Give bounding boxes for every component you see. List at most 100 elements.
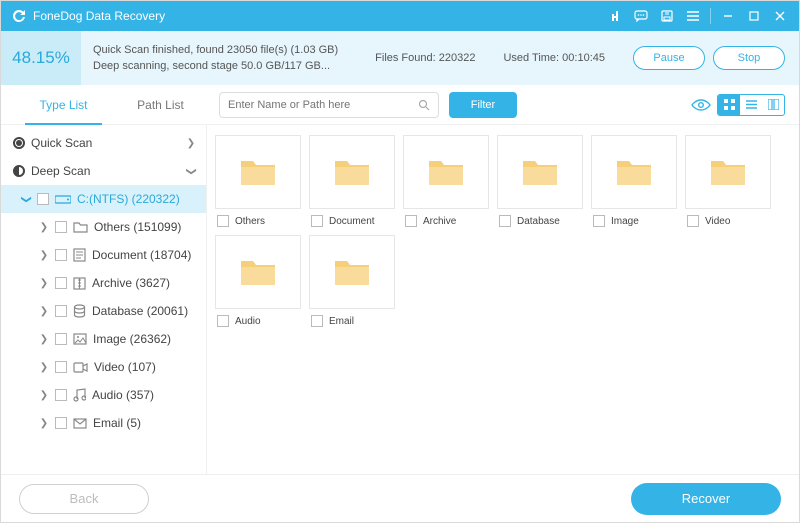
tree-database[interactable]: ❯ Database (20061) <box>1 297 206 325</box>
title-bar: FoneDog Data Recovery <box>1 1 799 31</box>
close-button[interactable] <box>767 1 793 31</box>
checkbox[interactable] <box>55 417 67 429</box>
checkbox[interactable] <box>55 221 67 233</box>
share-icon[interactable] <box>602 1 628 31</box>
folder-icon <box>73 221 88 233</box>
folder-card-archive[interactable]: Archive <box>403 135 489 227</box>
tree-quick-scan[interactable]: Quick Scan ❯ <box>1 129 206 157</box>
folder-icon <box>615 157 653 187</box>
chevron-right-icon: ❯ <box>39 418 49 429</box>
checkbox[interactable] <box>593 215 605 227</box>
chevron-right-icon: ❯ <box>39 390 49 401</box>
tree-video[interactable]: ❯ Video (107) <box>1 353 206 381</box>
search-box[interactable] <box>219 92 439 118</box>
view-detail-button[interactable] <box>762 95 784 115</box>
checkbox[interactable] <box>55 361 67 373</box>
checkbox[interactable] <box>55 249 67 261</box>
checkbox[interactable] <box>37 193 49 205</box>
archive-icon <box>73 277 86 290</box>
checkbox[interactable] <box>311 315 323 327</box>
checkbox[interactable] <box>217 215 229 227</box>
app-logo: FoneDog Data Recovery <box>11 8 165 24</box>
preview-toggle[interactable] <box>691 98 711 112</box>
folder-icon <box>427 157 465 187</box>
chevron-right-icon: ❯ <box>39 250 49 261</box>
files-found: Files Found: 220322 <box>375 52 475 64</box>
checkbox[interactable] <box>55 333 67 345</box>
status-dot-complete-icon <box>13 137 25 149</box>
tab-path-list[interactable]: Path List <box>112 85 209 125</box>
checkbox[interactable] <box>499 215 511 227</box>
checkbox[interactable] <box>55 277 67 289</box>
checkbox[interactable] <box>55 305 67 317</box>
search-input[interactable] <box>228 99 412 111</box>
folder-card-database[interactable]: Database <box>497 135 583 227</box>
drive-icon <box>55 193 71 205</box>
folder-card-image[interactable]: Image <box>591 135 677 227</box>
list-mode-tabs: Type List Path List <box>15 85 209 125</box>
used-time: Used Time: 00:10:45 <box>503 52 605 64</box>
stop-button[interactable]: Stop <box>713 46 785 70</box>
chevron-right-icon: ❯ <box>39 278 49 289</box>
folder-icon <box>333 257 371 287</box>
view-list-button[interactable] <box>740 95 762 115</box>
video-icon <box>73 362 88 373</box>
email-icon <box>73 418 87 429</box>
tree-archive[interactable]: ❯ Archive (3627) <box>1 269 206 297</box>
recover-button[interactable]: Recover <box>631 483 781 515</box>
search-icon <box>418 99 430 111</box>
folder-card-video[interactable]: Video <box>685 135 771 227</box>
maximize-button[interactable] <box>741 1 767 31</box>
folder-card-others[interactable]: Others <box>215 135 301 227</box>
tree-image[interactable]: ❯ Image (26362) <box>1 325 206 353</box>
back-button[interactable]: Back <box>19 484 149 514</box>
folder-card-document[interactable]: Document <box>309 135 395 227</box>
folder-card-email[interactable]: Email <box>309 235 395 327</box>
chevron-right-icon: ❯ <box>39 306 49 317</box>
folder-grid: Others Document Archive Database Image V… <box>215 135 791 327</box>
checkbox[interactable] <box>311 215 323 227</box>
chevron-down-icon: ❯ <box>186 166 197 176</box>
tree-email[interactable]: ❯ Email (5) <box>1 409 206 437</box>
scan-status-bar: 48.15% Quick Scan finished, found 23050 … <box>1 31 799 85</box>
menu-icon[interactable] <box>680 1 706 31</box>
minimize-button[interactable] <box>715 1 741 31</box>
folder-icon <box>239 257 277 287</box>
footer: Back Recover <box>1 474 799 522</box>
tree-drive[interactable]: ❯ C:(NTFS) (220322) <box>1 185 206 213</box>
scan-progress-percent: 48.15% <box>1 31 81 85</box>
image-icon <box>73 333 87 345</box>
folder-icon <box>333 157 371 187</box>
view-grid-button[interactable] <box>718 95 740 115</box>
folder-icon <box>709 157 747 187</box>
save-icon[interactable] <box>654 1 680 31</box>
tree-audio[interactable]: ❯ Audio (357) <box>1 381 206 409</box>
checkbox[interactable] <box>405 215 417 227</box>
tree-document[interactable]: ❯ Document (18704) <box>1 241 206 269</box>
folder-icon <box>521 157 559 187</box>
chevron-right-icon: ❯ <box>39 222 49 233</box>
tree-others[interactable]: ❯ Others (151099) <box>1 213 206 241</box>
toolbar: Type List Path List Filter <box>1 85 799 125</box>
chevron-down-icon: ❯ <box>21 194 32 204</box>
tree-deep-scan[interactable]: Deep Scan ❯ <box>1 157 206 185</box>
document-icon <box>73 248 86 262</box>
filter-button[interactable]: Filter <box>449 92 517 118</box>
status-dot-progress-icon <box>13 165 25 177</box>
chevron-right-icon: ❯ <box>39 362 49 373</box>
chevron-right-icon: ❯ <box>39 334 49 345</box>
folder-icon <box>239 157 277 187</box>
scan-status-line1: Quick Scan finished, found 23050 file(s)… <box>93 44 375 56</box>
database-icon <box>73 304 86 318</box>
checkbox[interactable] <box>687 215 699 227</box>
tab-type-list[interactable]: Type List <box>15 85 112 125</box>
feedback-icon[interactable] <box>628 1 654 31</box>
audio-icon <box>73 388 86 402</box>
folder-card-audio[interactable]: Audio <box>215 235 301 327</box>
content-area: Others Document Archive Database Image V… <box>207 125 799 474</box>
scan-status-line2: Deep scanning, second stage 50.0 GB/117 … <box>93 60 375 72</box>
checkbox[interactable] <box>217 315 229 327</box>
pause-button[interactable]: Pause <box>633 46 705 70</box>
checkbox[interactable] <box>55 389 67 401</box>
chevron-right-icon: ❯ <box>186 138 196 149</box>
